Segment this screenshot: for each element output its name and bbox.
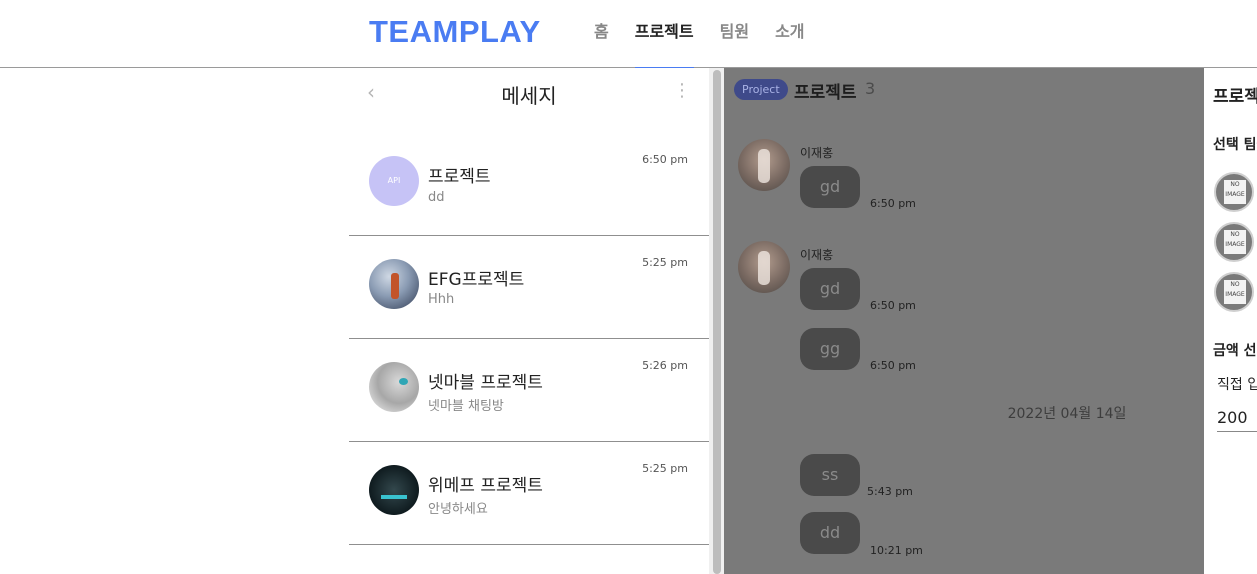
room-last-message: dd <box>428 190 445 205</box>
chat-room-item[interactable]: API 프로젝트 dd 6:50 pm <box>349 118 709 236</box>
chat-area: Project 프로젝트 3 이재홍 gd 6:50 pm 이재홍 gd 6:5… <box>724 68 1204 574</box>
nav-project[interactable]: 프로젝트 <box>634 0 694 69</box>
room-avatar <box>369 362 419 412</box>
message-time: 6:50 pm <box>870 197 916 210</box>
message-list-panel: ‹ 메세지 ⋮ API 프로젝트 dd 6:50 pm EFG프로젝트 Hhh … <box>349 68 709 574</box>
direct-input-label: 직접 입력 <box>1217 377 1257 393</box>
member-avatar[interactable]: NO IMAGE <box>1214 272 1254 312</box>
member-avatar[interactable]: NO IMAGE <box>1214 222 1254 262</box>
chat-title: 프로젝트 <box>794 83 857 103</box>
chat-room-item[interactable]: 넷마블 프로젝트 넷마블 채팅방 5:26 pm <box>349 339 709 442</box>
member-count: 3 <box>865 79 876 98</box>
member-placeholder: NO IMAGE <box>1224 180 1246 204</box>
chat-bubble: gd <box>800 166 860 208</box>
room-time: 5:25 pm <box>642 256 688 269</box>
amount-input[interactable] <box>1217 404 1257 432</box>
room-name: 위메프 프로젝트 <box>428 476 543 496</box>
sender-avatar[interactable] <box>738 139 790 191</box>
chat-room-item[interactable]: 위메프 프로젝트 안녕하세요 5:25 pm <box>349 442 709 545</box>
room-last-message: 안녕하세요 <box>428 502 488 517</box>
message-list-header: ‹ 메세지 ⋮ <box>349 68 709 118</box>
room-last-message: 넷마블 채팅방 <box>428 399 504 414</box>
nav-about[interactable]: 소개 <box>775 0 804 68</box>
message-time: 6:50 pm <box>870 299 916 312</box>
room-time: 5:25 pm <box>642 462 688 475</box>
room-name: EFG프로젝트 <box>428 270 525 290</box>
nav-home[interactable]: 홈 <box>594 0 609 68</box>
chat-bubble: gd <box>800 268 860 310</box>
chat-room-item[interactable]: EFG프로젝트 Hhh 5:25 pm <box>349 236 709 339</box>
more-vertical-icon[interactable]: ⋮ <box>673 82 691 100</box>
panel-title: 프로젝트 <box>1213 87 1257 107</box>
room-avatar: API <box>369 156 419 206</box>
project-badge: Project <box>734 79 788 100</box>
project-settings-panel: 프로젝트 선택 팀원 NO IMAGE NO IMAGE NO IMAGE 금액… <box>1204 68 1257 574</box>
message-time: 10:21 pm <box>870 544 923 557</box>
app-logo[interactable]: TEAMPLAY <box>369 14 541 50</box>
sender-name: 이재홍 <box>800 248 834 262</box>
scrollbar-thumb[interactable] <box>713 70 721 574</box>
chat-bubble: ss <box>800 454 860 496</box>
chat-bubble: gg <box>800 328 860 370</box>
message-time: 5:43 pm <box>867 485 913 498</box>
select-team-label: 선택 팀원 <box>1213 137 1257 153</box>
member-avatar[interactable]: NO IMAGE <box>1214 172 1254 212</box>
room-time: 6:50 pm <box>642 153 688 166</box>
nav-members[interactable]: 팀원 <box>720 0 749 68</box>
amount-label: 금액 선택 <box>1213 343 1257 359</box>
main-nav: 홈 프로젝트 팀원 소개 <box>594 0 831 69</box>
sender-avatar[interactable] <box>738 241 790 293</box>
room-last-message: Hhh <box>428 292 455 307</box>
message-list-title: 메세지 <box>501 84 557 108</box>
date-separator: 2022년 04월 14일 <box>1007 406 1127 422</box>
top-header: TEAMPLAY 홈 프로젝트 팀원 소개 <box>0 0 1257 69</box>
message-time: 6:50 pm <box>870 359 916 372</box>
member-placeholder: NO IMAGE <box>1224 230 1246 254</box>
room-avatar <box>369 259 419 309</box>
member-placeholder: NO IMAGE <box>1224 280 1246 304</box>
room-time: 5:26 pm <box>642 359 688 372</box>
room-avatar <box>369 465 419 515</box>
chat-bubble: dd <box>800 512 860 554</box>
room-name: 넷마블 프로젝트 <box>428 373 543 393</box>
room-name: 프로젝트 <box>428 167 491 187</box>
sender-name: 이재홍 <box>800 146 834 160</box>
